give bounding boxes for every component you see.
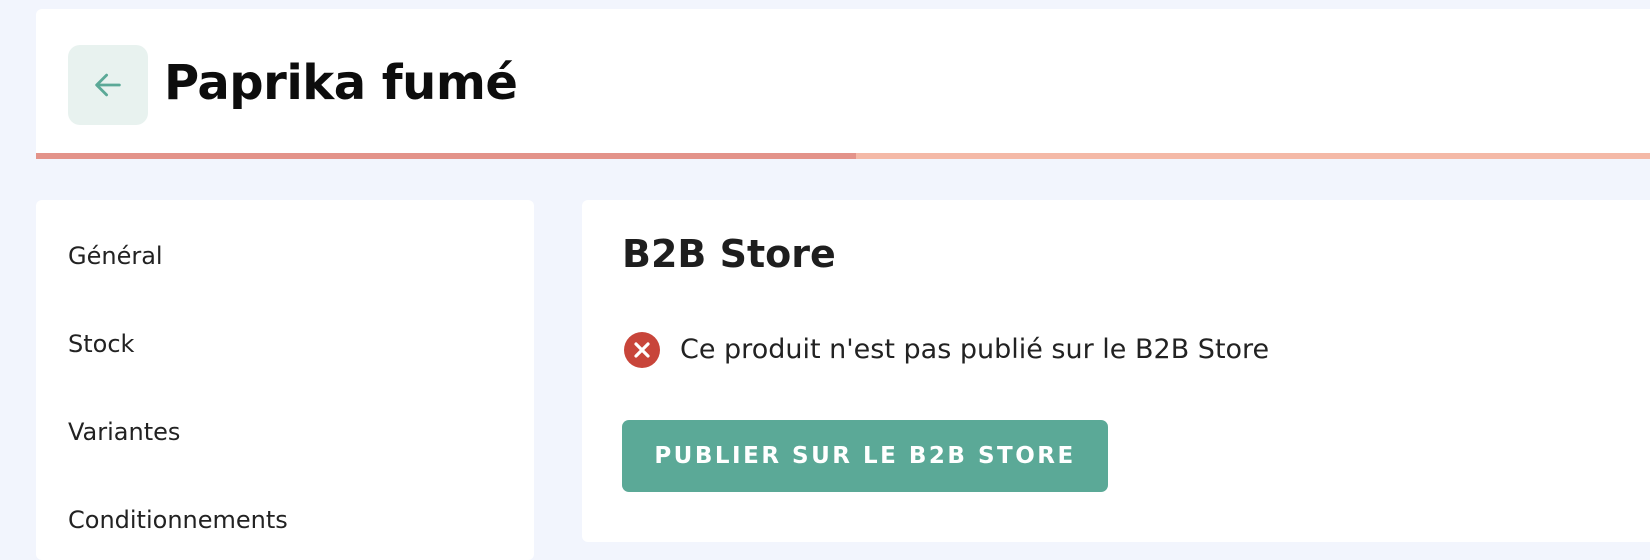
sidebar-item-variantes[interactable]: Variantes <box>68 417 180 447</box>
status-text: Ce produit n'est pas publié sur le B2B S… <box>680 334 1270 365</box>
sidebar-item-stock[interactable]: Stock <box>68 329 134 359</box>
sidebar-item-conditionnements[interactable]: Conditionnements <box>68 505 288 535</box>
publication-status: Ce produit n'est pas publié sur le B2B S… <box>624 332 1269 368</box>
publish-b2b-store-button[interactable]: PUBLIER SUR LE B2B STORE <box>622 420 1108 492</box>
product-sections-nav: Général Stock Variantes Conditionnements <box>36 200 534 560</box>
b2b-store-panel: B2B Store Ce produit n'est pas publié su… <box>582 200 1650 542</box>
section-title: B2B Store <box>622 232 836 276</box>
completion-progress-bar <box>36 153 1650 159</box>
product-header: Paprika fumé <box>36 9 1650 159</box>
completion-progress-fill <box>36 153 856 159</box>
page-title: Paprika fumé <box>164 55 518 111</box>
back-button[interactable] <box>68 45 148 125</box>
error-x-circle-icon <box>624 332 660 368</box>
sidebar-item-general[interactable]: Général <box>68 241 163 271</box>
arrow-left-icon <box>95 73 121 97</box>
